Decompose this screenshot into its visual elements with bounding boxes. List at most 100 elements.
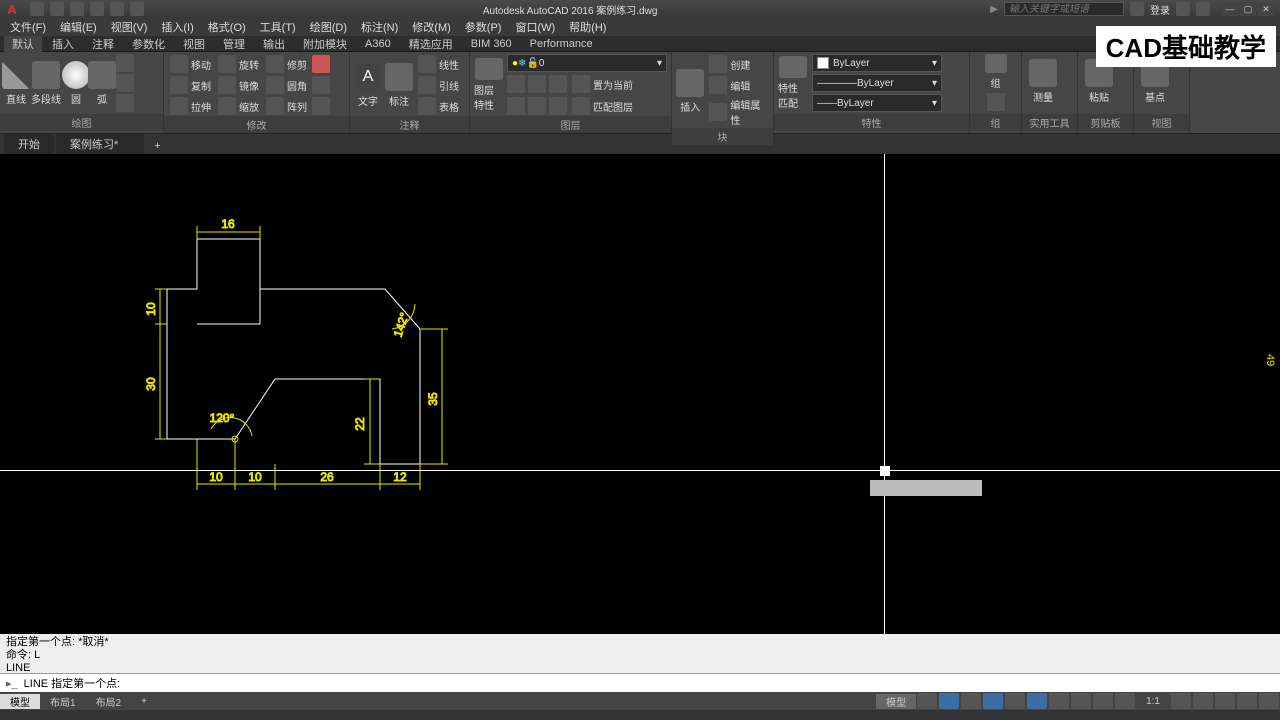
makecurrent-button[interactable]: 置为当前 — [570, 74, 635, 94]
layer-dropdown[interactable]: ● ❄ 🔓 0▾ — [507, 54, 667, 72]
maximize-button[interactable]: ▢ — [1240, 2, 1256, 16]
search-icon[interactable] — [1130, 2, 1144, 16]
trans-toggle-icon[interactable] — [1071, 693, 1091, 709]
fillet-button[interactable]: 圆角 — [264, 75, 309, 95]
qat-print-icon[interactable] — [90, 2, 104, 16]
menu-draw[interactable]: 绘图(D) — [304, 19, 353, 35]
stretch-button[interactable]: 拉伸 — [168, 96, 213, 116]
drawing-canvas[interactable]: 16 10 30 120° 10 10 26 12 22 35 142° 49 — [0, 154, 1280, 634]
offset-icon[interactable] — [312, 97, 330, 115]
layout-add[interactable]: + — [131, 696, 157, 707]
menu-format[interactable]: 格式(O) — [202, 19, 252, 35]
mirror-button[interactable]: 镜像 — [216, 75, 261, 95]
tab-insert[interactable]: 插入 — [44, 36, 82, 52]
menu-edit[interactable]: 编辑(E) — [54, 19, 103, 35]
snap-toggle-icon[interactable] — [939, 693, 959, 709]
app-logo[interactable]: A — [0, 0, 24, 18]
clean-icon[interactable] — [1237, 693, 1257, 709]
panel-layer-title[interactable]: 图层 — [470, 116, 671, 133]
osnap-toggle-icon[interactable] — [1027, 693, 1047, 709]
tab-add[interactable]: + — [146, 138, 168, 154]
layout2-tab[interactable]: 布局2 — [86, 694, 132, 709]
lay2-icon[interactable] — [528, 97, 546, 115]
ortho-toggle-icon[interactable] — [961, 693, 981, 709]
layiso-icon[interactable] — [507, 75, 525, 93]
panel-clip-title[interactable]: 剪贴板 — [1078, 114, 1133, 131]
menu-view[interactable]: 视图(V) — [105, 19, 154, 35]
linear-button[interactable]: 线性 — [416, 54, 461, 74]
tab-start[interactable]: 开始 — [4, 134, 54, 154]
color-dropdown[interactable]: ByLayer▾ — [812, 54, 942, 72]
linetype-dropdown[interactable]: ———— ByLayer▾ — [812, 74, 942, 92]
custom-icon[interactable] — [1259, 693, 1279, 709]
tab-anno[interactable]: 注释 — [84, 36, 122, 52]
tab-perf[interactable]: Performance — [522, 38, 601, 50]
annoscale-icon[interactable] — [1193, 693, 1213, 709]
layfrz-icon[interactable] — [528, 75, 546, 93]
dim-button[interactable]: 标注 — [385, 58, 413, 112]
panel-draw-title[interactable]: 绘图 — [0, 114, 163, 131]
menu-insert[interactable]: 插入(I) — [155, 19, 199, 35]
tab-default[interactable]: 默认 — [4, 36, 42, 52]
qat-save-icon[interactable] — [70, 2, 84, 16]
command-window[interactable]: 指定第一个点: *取消* 命令: L LINE ▸_LINE 指定第一个点: — [0, 634, 1280, 692]
group-button[interactable]: 组 — [983, 54, 1009, 90]
sc-toggle-icon[interactable] — [1115, 693, 1135, 709]
qat-redo-icon[interactable] — [130, 2, 144, 16]
minimize-button[interactable]: — — [1222, 2, 1238, 16]
block-attr-button[interactable]: 编辑属性 — [707, 96, 769, 128]
draw-more-2-icon[interactable] — [116, 74, 134, 92]
search-input[interactable] — [1004, 2, 1124, 16]
scale-display[interactable]: 1:1 — [1136, 696, 1170, 707]
grid-toggle-icon[interactable] — [917, 693, 937, 709]
menu-modify[interactable]: 修改(M) — [406, 19, 457, 35]
lwt-toggle-icon[interactable] — [1049, 693, 1069, 709]
move-button[interactable]: 移动 — [168, 54, 213, 74]
ws-icon[interactable] — [1215, 693, 1235, 709]
array-button[interactable]: 阵列 — [264, 96, 309, 116]
tab-param[interactable]: 参数化 — [124, 36, 173, 52]
tab-a360[interactable]: A360 — [357, 38, 399, 50]
line-button[interactable]: 直线 — [4, 56, 28, 110]
tab-output[interactable]: 输出 — [255, 36, 293, 52]
erase-icon[interactable] — [312, 55, 330, 73]
gear-icon[interactable] — [1171, 693, 1191, 709]
scale-button[interactable]: 缩放 — [216, 96, 261, 116]
insert-block-button[interactable]: 插入 — [676, 64, 704, 118]
qat-open-icon[interactable] — [50, 2, 64, 16]
login-button[interactable]: 登录 — [1150, 2, 1170, 17]
ungroup-icon[interactable] — [987, 93, 1005, 111]
trim-button[interactable]: 修剪 — [264, 54, 309, 74]
copy-button[interactable]: 复制 — [168, 75, 213, 95]
qp-toggle-icon[interactable] — [1093, 693, 1113, 709]
menu-help[interactable]: 帮助(H) — [563, 19, 612, 35]
measure-button[interactable]: 测量 — [1026, 54, 1060, 108]
status-model-btn[interactable]: 模型 — [876, 694, 916, 709]
tab-file[interactable]: 案例练习* — [56, 134, 144, 154]
qat-new-icon[interactable] — [30, 2, 44, 16]
panel-modify-title[interactable]: 修改 — [164, 116, 349, 133]
layer-props-button[interactable]: 图层 特性 — [474, 58, 503, 112]
panel-util-title[interactable]: 实用工具 — [1022, 114, 1077, 131]
menu-tools[interactable]: 工具(T) — [254, 19, 302, 35]
table-button[interactable]: 表格 — [416, 96, 461, 116]
panel-block-title[interactable]: 块 — [672, 128, 773, 145]
layoff-icon[interactable] — [549, 75, 567, 93]
leader-button[interactable]: 引线 — [416, 75, 461, 95]
iso-toggle-icon[interactable] — [1005, 693, 1025, 709]
layout1-tab[interactable]: 布局1 — [40, 694, 86, 709]
panel-props-title[interactable]: 特性 — [774, 114, 969, 131]
menu-window[interactable]: 窗口(W) — [509, 19, 561, 35]
draw-more-3-icon[interactable] — [116, 94, 134, 112]
matchlayer-button[interactable]: 匹配图层 — [570, 96, 635, 116]
tab-manage[interactable]: 管理 — [215, 36, 253, 52]
tab-view[interactable]: 视图 — [175, 36, 213, 52]
polar-toggle-icon[interactable] — [983, 693, 1003, 709]
text-button[interactable]: A文字 — [354, 58, 382, 112]
panel-anno-title[interactable]: 注释 — [350, 116, 469, 133]
circle-button[interactable]: 圆 — [64, 56, 88, 110]
explode-icon[interactable] — [312, 76, 330, 94]
model-tab[interactable]: 模型 — [0, 694, 40, 709]
rotate-button[interactable]: 旋转 — [216, 54, 261, 74]
menu-param[interactable]: 参数(P) — [459, 19, 508, 35]
